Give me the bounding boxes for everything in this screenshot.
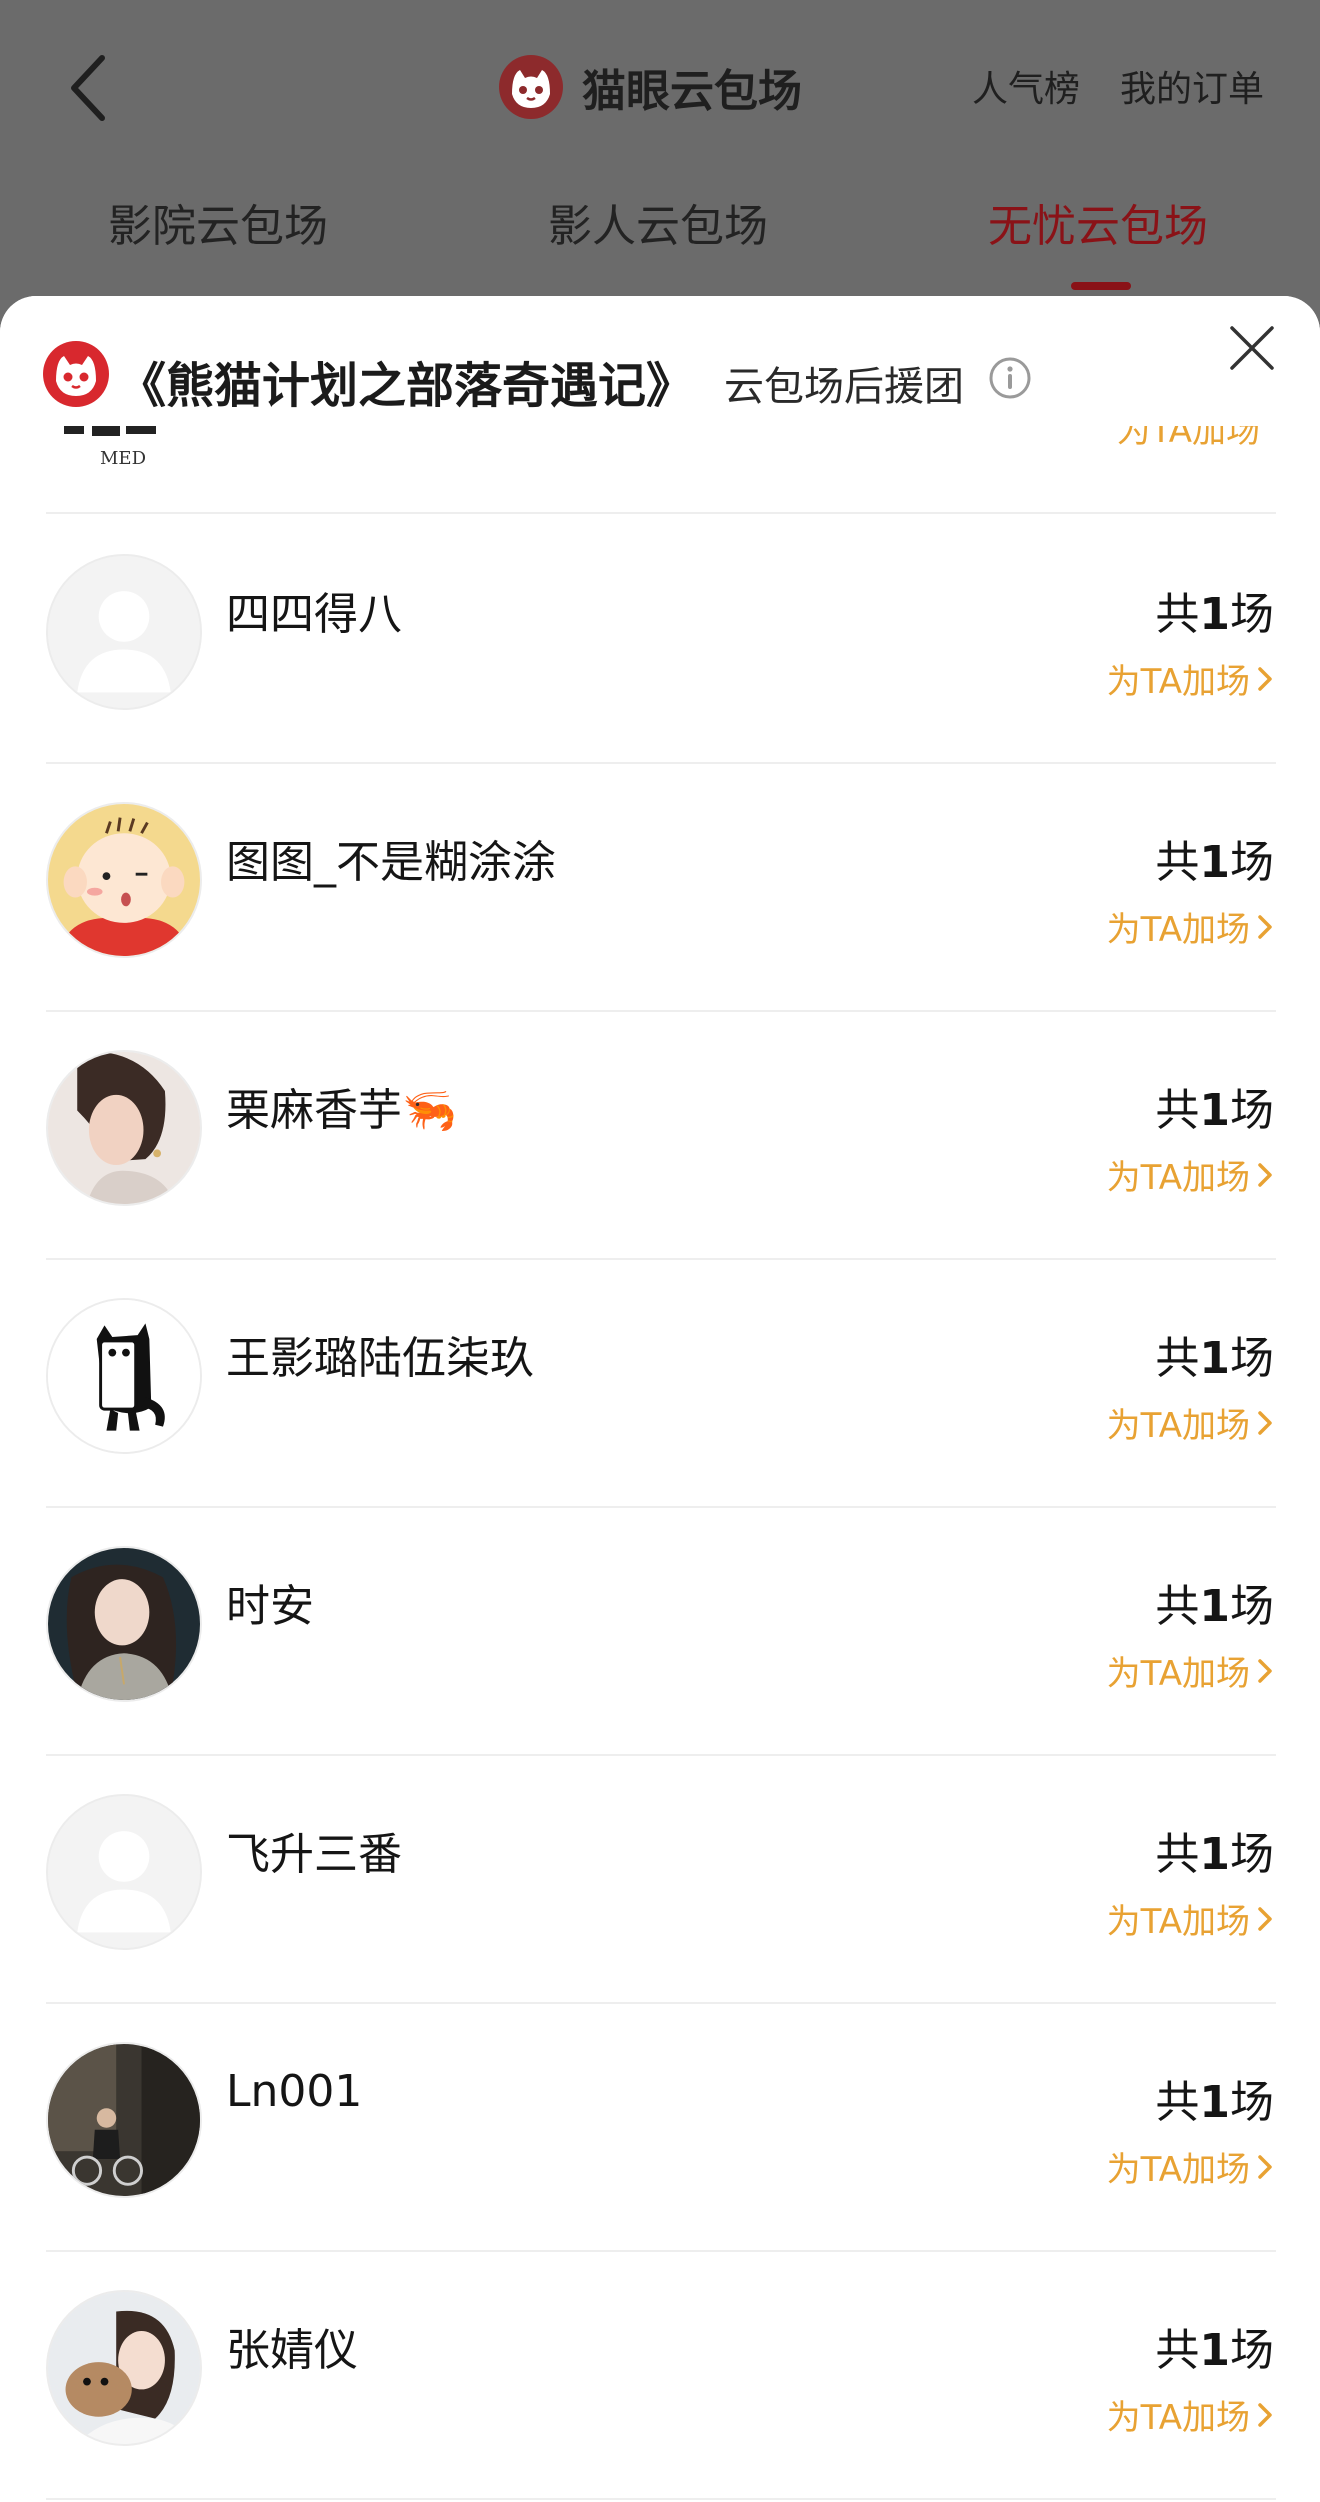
default-avatar bbox=[46, 1794, 202, 1950]
cartoon-boy-avatar bbox=[46, 802, 202, 958]
back-button[interactable] bbox=[60, 48, 120, 128]
supporters-list: 四四得八 共1场 为TA加场 图图_不是糊涂涂 共1场 为TA加场 栗麻香芋🦐 … bbox=[0, 516, 1320, 2500]
add-screening-link[interactable]: 为TA加场 bbox=[1107, 2390, 1276, 2439]
cat-doodle-avatar bbox=[46, 1298, 202, 1454]
supporter-name: 时安 bbox=[226, 1581, 314, 1632]
screening-count: 共1场 bbox=[1155, 837, 1274, 888]
chevron-right-icon bbox=[1258, 2154, 1272, 2179]
supporters-sheet: 《熊猫计划之部落奇遇记》 云包场后援团 MED 为TA加场 四四得八 共1场 为… bbox=[0, 296, 1320, 2502]
chevron-right-icon bbox=[1258, 666, 1272, 691]
maoyan-cat-logo-icon bbox=[499, 55, 563, 119]
chevron-right-icon bbox=[1258, 2402, 1272, 2427]
close-icon[interactable] bbox=[1226, 322, 1278, 374]
add-screening-link[interactable]: 为TA加场 bbox=[1107, 654, 1276, 703]
list-item[interactable]: 飞升三番 共1场 为TA加场 bbox=[0, 1756, 1320, 2004]
supporter-name: 栗麻香芋🦐 bbox=[226, 1085, 457, 1136]
list-item[interactable]: 栗麻香芋🦐 共1场 为TA加场 bbox=[0, 1012, 1320, 1260]
list-item[interactable]: 时安 共1场 为TA加场 bbox=[0, 1508, 1320, 1756]
list-item[interactable]: 四四得八 共1场 为TA加场 bbox=[0, 516, 1320, 764]
popularity-rank-link[interactable]: 人气榜 bbox=[972, 60, 1080, 112]
add-screening-link[interactable]: 为TA加场 bbox=[1107, 1398, 1276, 1447]
photo-avatar bbox=[46, 2042, 202, 2198]
svg-text:MED: MED bbox=[100, 448, 146, 466]
list-item[interactable]: Ln001 共1场 为TA加场 bbox=[0, 2004, 1320, 2252]
tab-bar: 影院云包场 影人云包场 无忧云包场 bbox=[0, 190, 1320, 290]
supporter-name: 王影璐陆伍柒玖 bbox=[226, 1333, 534, 1384]
screening-count: 共1场 bbox=[1155, 1085, 1274, 1136]
info-icon[interactable] bbox=[988, 356, 1032, 400]
chevron-right-icon bbox=[1258, 1410, 1272, 1435]
chevron-right-icon bbox=[1258, 1162, 1272, 1187]
photo-avatar bbox=[46, 1050, 202, 1206]
chevron-right-icon bbox=[1258, 1906, 1272, 1931]
list-item[interactable]: 图图_不是糊涂涂 共1场 为TA加场 bbox=[0, 764, 1320, 1012]
list-item[interactable]: 张婧仪 共1场 为TA加场 bbox=[0, 2252, 1320, 2500]
chevron-right-icon bbox=[1258, 1658, 1272, 1683]
tab-worry-free-private-screening[interactable]: 无忧云包场 bbox=[988, 190, 1208, 254]
add-screening-link[interactable]: 为TA加场 bbox=[1117, 426, 1260, 448]
active-tab-indicator bbox=[1071, 282, 1131, 290]
divider bbox=[46, 512, 1276, 514]
add-screening-link[interactable]: 为TA加场 bbox=[1107, 902, 1276, 951]
movie-title: 《熊猫计划之部落奇遇记》 bbox=[118, 358, 695, 414]
my-orders-link[interactable]: 我的订单 bbox=[1120, 60, 1264, 112]
supporter-name: 飞升三番 bbox=[226, 1829, 402, 1880]
list-item-partial: MED 为TA加场 bbox=[0, 426, 1320, 516]
list-item[interactable]: 王影璐陆伍柒玖 共1场 为TA加场 bbox=[0, 1260, 1320, 1508]
add-screening-link[interactable]: 为TA加场 bbox=[1107, 1894, 1276, 1943]
default-avatar bbox=[46, 554, 202, 710]
supporter-name: 张婧仪 bbox=[226, 2325, 358, 2376]
page: 猫眼云包场 人气榜 我的订单 影院云包场 影人云包场 无忧云包场 《熊猫计划之部… bbox=[0, 0, 1320, 2502]
sheet-header: 《熊猫计划之部落奇遇记》 云包场后援团 bbox=[0, 296, 1320, 426]
screening-count: 共1场 bbox=[1155, 2077, 1274, 2128]
supporter-name: 四四得八 bbox=[226, 589, 402, 640]
screening-count: 共1场 bbox=[1155, 589, 1274, 640]
screening-count: 共1场 bbox=[1155, 1581, 1274, 1632]
screening-count: 共1场 bbox=[1155, 1829, 1274, 1880]
app-title: 猫眼云包场 bbox=[582, 66, 802, 117]
supporter-name: 图图_不是糊涂涂 bbox=[226, 837, 556, 888]
add-screening-link[interactable]: 为TA加场 bbox=[1107, 1646, 1276, 1695]
chevron-left-icon bbox=[71, 55, 105, 121]
screening-count: 共1场 bbox=[1155, 1333, 1274, 1384]
add-screening-link[interactable]: 为TA加场 bbox=[1107, 2142, 1276, 2191]
top-bar: 猫眼云包场 人气榜 我的订单 影院云包场 影人云包场 无忧云包场 bbox=[0, 0, 1320, 300]
tab-celebrity-private-screening[interactable]: 影人云包场 bbox=[548, 190, 768, 254]
screening-count: 共1场 bbox=[1155, 2325, 1274, 2376]
photo-avatar bbox=[46, 2290, 202, 2446]
avatar: MED bbox=[60, 426, 190, 466]
photo-avatar bbox=[46, 1546, 202, 1702]
divider bbox=[46, 2498, 1276, 2500]
sheet-subtitle: 云包场后援团 bbox=[724, 364, 964, 410]
chevron-right-icon bbox=[1258, 914, 1272, 939]
app-brand: 猫眼云包场 bbox=[498, 52, 802, 122]
add-screening-link[interactable]: 为TA加场 bbox=[1107, 1150, 1276, 1199]
tab-cinema-private-screening[interactable]: 影院云包场 bbox=[108, 190, 328, 254]
maoyan-cat-logo-icon bbox=[43, 341, 109, 407]
supporter-name: Ln001 bbox=[226, 2066, 363, 2117]
